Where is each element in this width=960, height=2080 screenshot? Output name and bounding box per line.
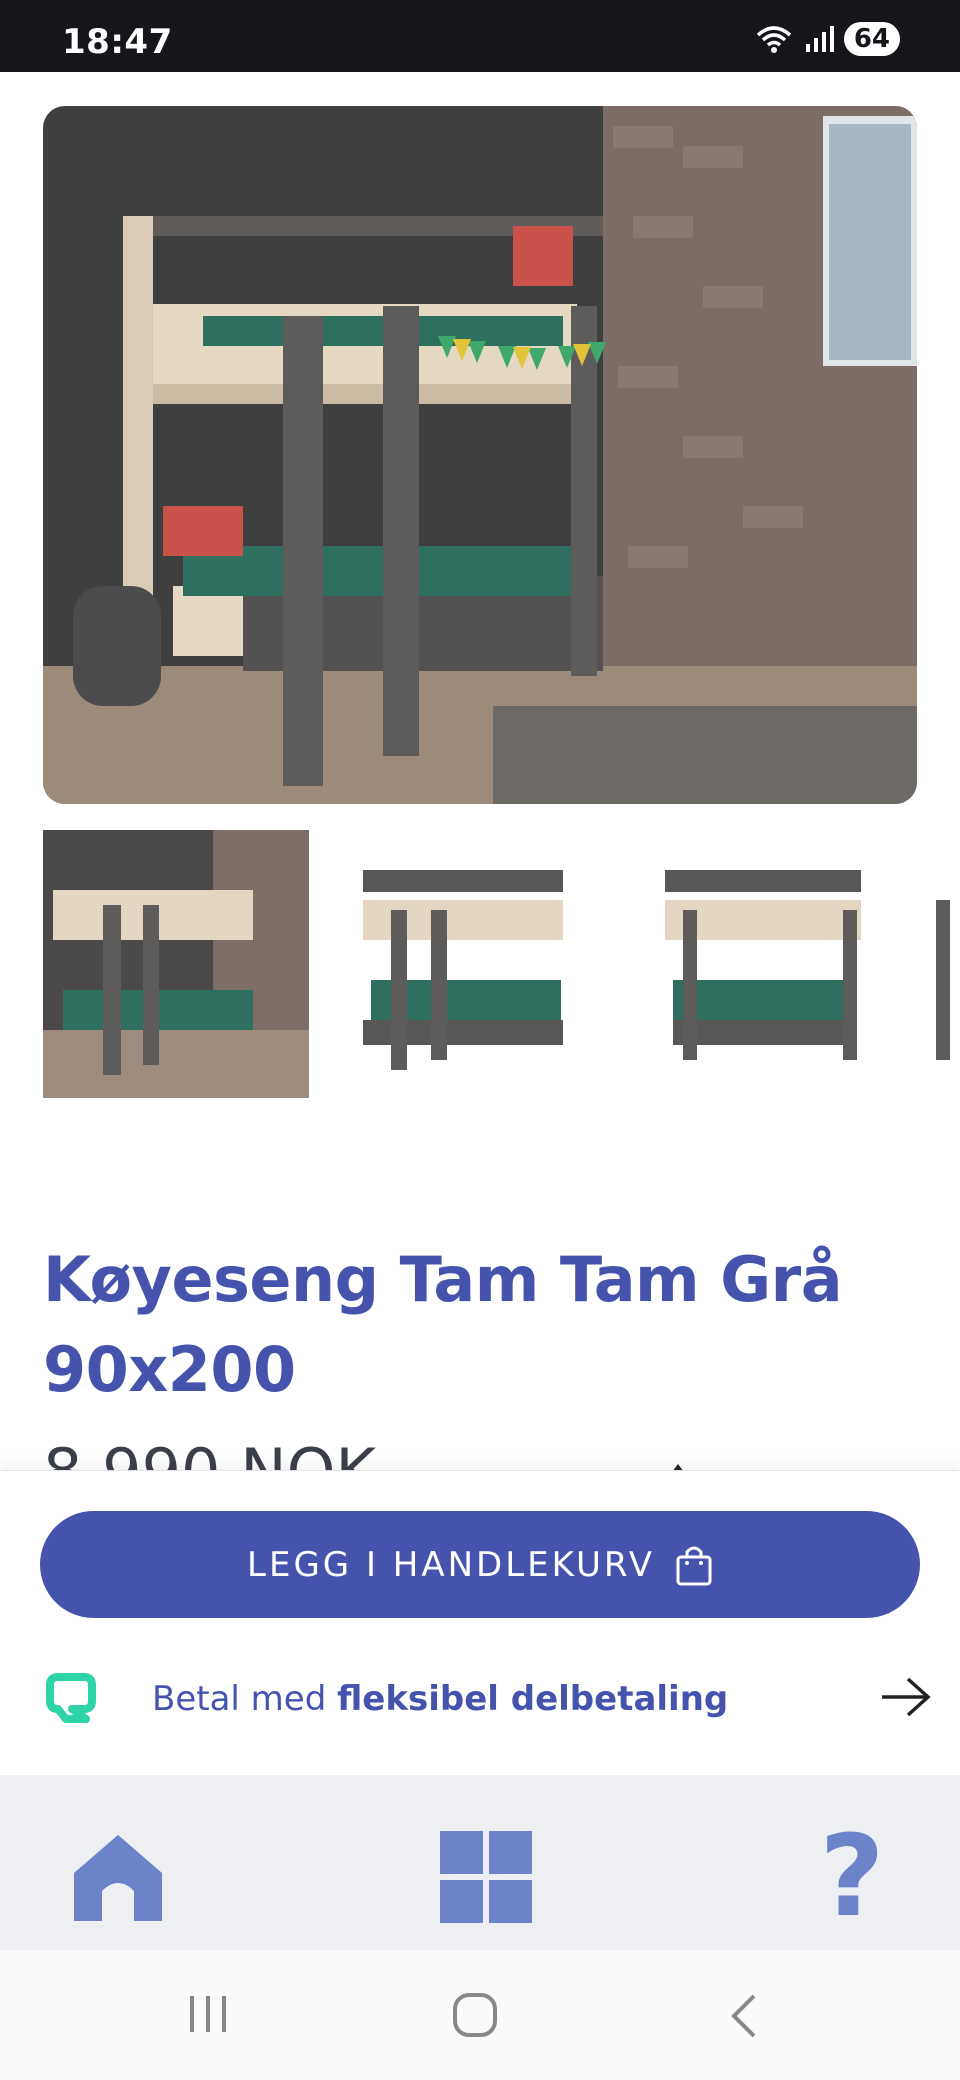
thumbnail-3[interactable]	[643, 830, 883, 1098]
product-price: 8 990 NOK	[43, 1432, 376, 1470]
thumbnail-strip[interactable]	[43, 830, 960, 1098]
battery-indicator: 64	[843, 22, 900, 56]
signal-icon	[805, 26, 834, 52]
shopping-bag-icon	[676, 1546, 712, 1585]
sticky-cart-bar: LEGG I HANDLEKURV Betal med fleksibel de…	[0, 1470, 960, 1776]
add-to-cart-label: LEGG I HANDLEKURV	[247, 1544, 655, 1585]
flexible-payment-link[interactable]: Betal med fleksibel delbetaling	[0, 1651, 960, 1751]
thumbnail-2[interactable]	[351, 830, 591, 1098]
product-main-image[interactable]	[43, 106, 917, 804]
arrow-right-icon[interactable]	[880, 1675, 932, 1719]
thumbnail-image	[43, 830, 309, 1098]
add-to-cart-button[interactable]: LEGG I HANDLEKURV	[40, 1511, 920, 1618]
product-title-line2: 90x200	[43, 1333, 296, 1406]
thumbnail-image	[931, 830, 960, 1098]
nav-home[interactable]	[68, 1827, 168, 1927]
thumbnail-4[interactable]	[931, 830, 960, 1098]
product-title: Køyeseng Tam Tam Grå 90x200	[43, 1235, 863, 1415]
payment-text: Betal med fleksibel delbetaling	[152, 1679, 728, 1719]
home-button-icon[interactable]	[452, 1992, 498, 2038]
status-time: 18:47	[62, 22, 173, 62]
grid-icon	[440, 1831, 532, 1923]
thumbnail-image	[351, 830, 591, 1098]
status-bar: 18:47 64	[0, 0, 960, 72]
payment-link-text[interactable]: fleksibel delbetaling	[337, 1679, 728, 1719]
home-icon	[74, 1835, 162, 1921]
thumbnail-1[interactable]	[43, 830, 309, 1098]
system-navigation-bar	[0, 1950, 960, 2080]
back-icon[interactable]	[726, 1992, 762, 2040]
nav-help[interactable]: ?	[802, 1812, 902, 1942]
help-icon: ?	[819, 1812, 885, 1942]
recent-apps-icon[interactable]	[186, 1992, 230, 2036]
payment-prefix: Betal med	[152, 1679, 338, 1719]
payment-provider-logo	[46, 1673, 96, 1723]
nav-categories[interactable]	[436, 1827, 536, 1927]
bottom-navigation: ?	[0, 1775, 960, 1950]
product-title-line1: Køyeseng Tam Tam Grå	[43, 1243, 843, 1316]
thumbnail-image	[643, 830, 883, 1098]
bunk-bed-illustration	[43, 106, 917, 804]
wifi-icon	[756, 26, 791, 53]
status-icons: 64	[754, 22, 900, 56]
